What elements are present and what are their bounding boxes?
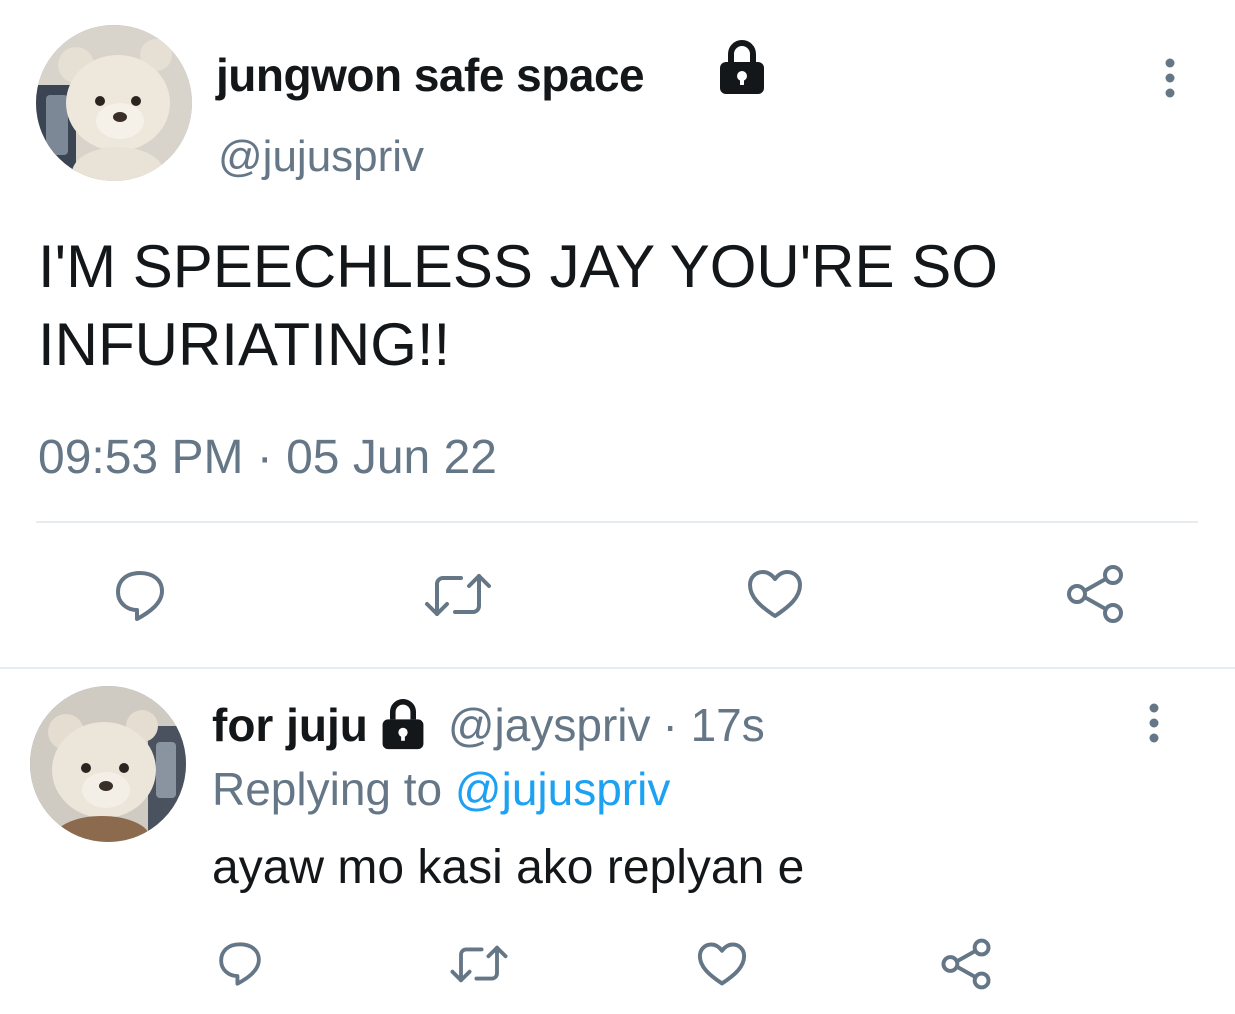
- tweet-text: ayaw mo kasi ako replyan e: [212, 841, 805, 894]
- more-vertical-icon[interactable]: [1148, 703, 1160, 743]
- share-button[interactable]: [1062, 562, 1128, 626]
- share-button[interactable]: [938, 936, 994, 992]
- like-button[interactable]: [694, 938, 750, 990]
- retweet-button[interactable]: [448, 940, 510, 988]
- mention-link[interactable]: @jujuspriv: [455, 763, 670, 815]
- tweet-timestamp[interactable]: 09:53 PM · 05 Jun 22: [38, 430, 497, 485]
- avatar[interactable]: [36, 25, 192, 181]
- lock-icon: [720, 40, 764, 94]
- section-divider: [0, 667, 1235, 669]
- reply-icon: [219, 942, 261, 986]
- replying-to: Replying to @jujuspriv: [212, 762, 670, 816]
- main-tweet: jungwon safe space @jujuspriv I'M SPEECH…: [0, 0, 1235, 668]
- divider: [36, 521, 1198, 523]
- user-handle[interactable]: @jayspriv: [448, 698, 651, 752]
- reply-button[interactable]: [212, 936, 268, 992]
- reply-header: for juju @jayspriv · 17s: [212, 698, 765, 752]
- tweet-text: I'M SPEECHLESS JAY YOU'RE SO INFURIATING…: [38, 233, 998, 378]
- retweet-button[interactable]: [422, 565, 494, 625]
- teddy-bear-avatar-image: [30, 686, 186, 842]
- display-name[interactable]: jungwon safe space: [216, 48, 645, 102]
- teddy-bear-avatar-image: [36, 25, 192, 181]
- retweet-icon: [450, 945, 508, 983]
- retweet-icon: [425, 574, 491, 616]
- user-handle[interactable]: @jujuspriv: [218, 132, 424, 182]
- like-icon: [697, 942, 747, 986]
- like-icon: [748, 570, 802, 618]
- share-icon: [941, 938, 991, 990]
- share-icon: [1067, 565, 1123, 623]
- replying-to-label: Replying to: [212, 763, 443, 815]
- reply-icon: [116, 571, 164, 621]
- avatar[interactable]: [30, 686, 186, 842]
- reply-button[interactable]: [106, 562, 174, 630]
- lock-icon: [382, 699, 424, 750]
- time-ago[interactable]: · 17s: [662, 698, 764, 752]
- like-button[interactable]: [742, 564, 808, 624]
- more-vertical-icon[interactable]: [1164, 58, 1176, 98]
- display-name[interactable]: for juju: [212, 698, 368, 752]
